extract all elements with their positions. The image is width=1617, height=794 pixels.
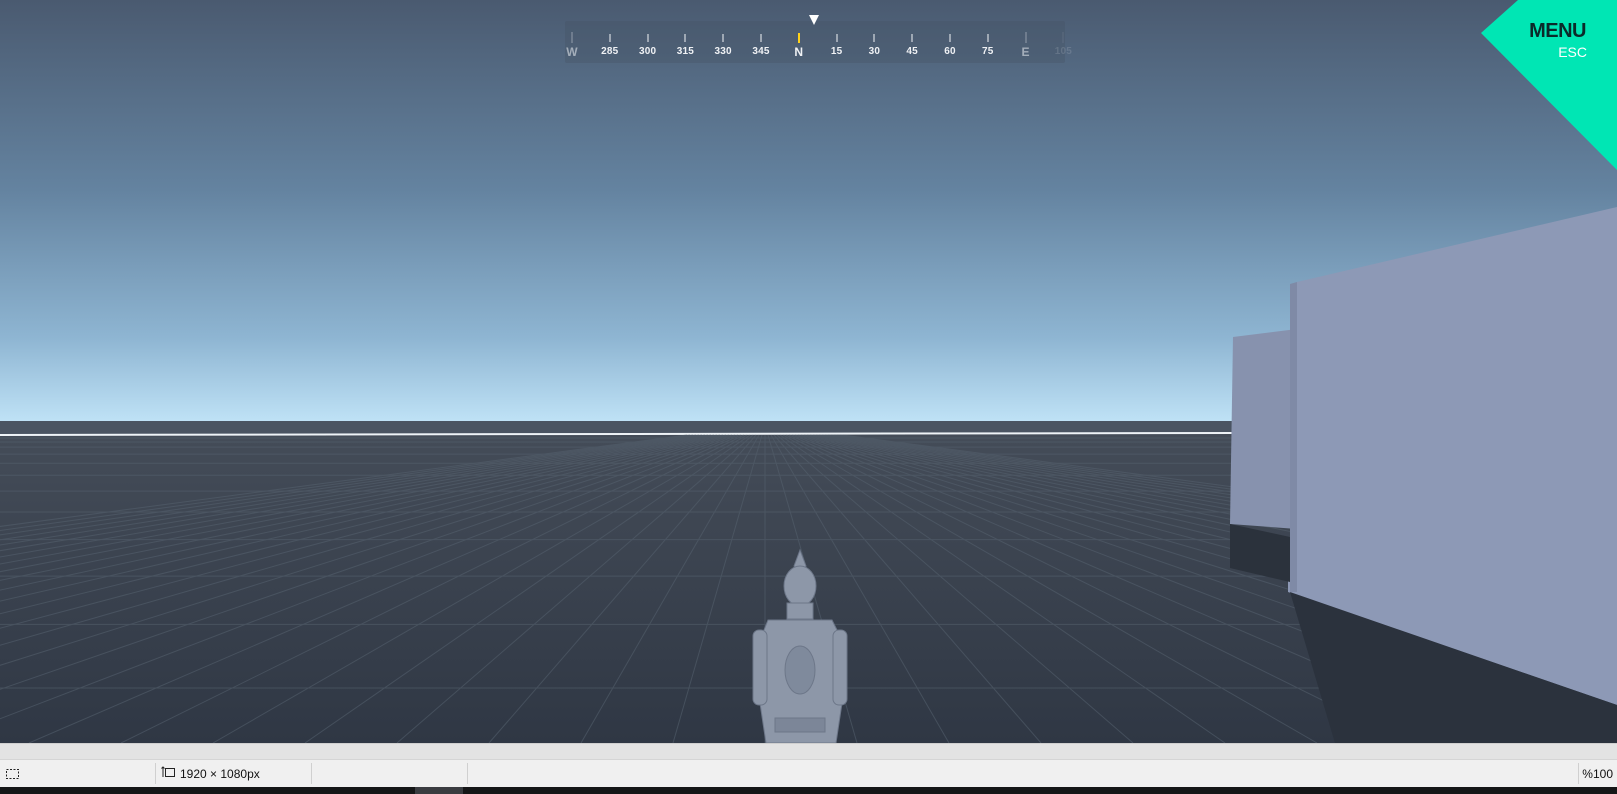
- bottom-tab: [415, 787, 463, 794]
- compass-tick: [911, 34, 913, 42]
- status-bar: 1920 × 1080px %100: [0, 759, 1617, 787]
- compass-label-300: 300: [638, 46, 657, 57]
- image-size-field: 1920 × 1080px: [161, 760, 260, 787]
- status-separator: [467, 763, 468, 784]
- status-separator: [1578, 763, 1579, 784]
- compass-label-60: 60: [944, 46, 956, 57]
- canvas-size-icon: [161, 766, 175, 781]
- menu-label: MENU: [1529, 20, 1586, 42]
- zoom-level[interactable]: %100: [1582, 760, 1613, 787]
- compass-tick: [949, 34, 951, 42]
- bottom-strip: [0, 787, 1617, 794]
- compass-label-n: N: [794, 45, 804, 59]
- compass-label-e: E: [1021, 45, 1030, 59]
- compass-tick: [647, 34, 649, 42]
- status-separator: [155, 763, 156, 784]
- selection-icon[interactable]: [6, 760, 20, 787]
- compass-strip: W 285 300 315 330 345 N 15 30 45 60 75 E 105: [565, 21, 1072, 63]
- compass-pointer-icon: [809, 15, 819, 25]
- compass-label-285: 285: [601, 46, 619, 57]
- menu-hotkey: ESC: [1558, 44, 1587, 60]
- compass-tick: [571, 32, 573, 43]
- horizontal-scrollbar[interactable]: [0, 743, 1617, 759]
- compass-tick: [760, 34, 762, 42]
- compass-label-30: 30: [868, 46, 881, 57]
- compass-tick: [987, 34, 989, 42]
- compass-label-345: 345: [752, 46, 770, 57]
- zoom-text: %100: [1582, 766, 1613, 781]
- compass-tick: [684, 34, 686, 42]
- compass-tick: [836, 34, 838, 42]
- compass-tick: [1062, 32, 1064, 43]
- image-size-text: 1920 × 1080px: [180, 766, 260, 781]
- compass-label-w: W: [566, 45, 578, 59]
- compass-label-45: 45: [906, 46, 918, 57]
- game-viewport[interactable]: W 285 300 315 330 345 N 15 30 45 60 75 E 105 MENU ESC: [0, 0, 1617, 743]
- compass-tick: [609, 34, 611, 42]
- game-scene[interactable]: [0, 0, 1617, 743]
- compass-label-75: 75: [982, 46, 994, 57]
- compass-tick: [722, 34, 724, 42]
- compass-label-315: 315: [676, 46, 695, 57]
- menu-button[interactable]: MENU ESC: [1481, 0, 1617, 170]
- compass-label-330: 330: [714, 46, 732, 57]
- compass-tick: [1025, 32, 1027, 43]
- compass-label-105: 105: [1054, 46, 1073, 57]
- status-separator: [311, 763, 312, 784]
- compass-tick: [797, 33, 800, 43]
- compass-label-15: 15: [830, 46, 843, 57]
- compass-tick: [873, 34, 875, 42]
